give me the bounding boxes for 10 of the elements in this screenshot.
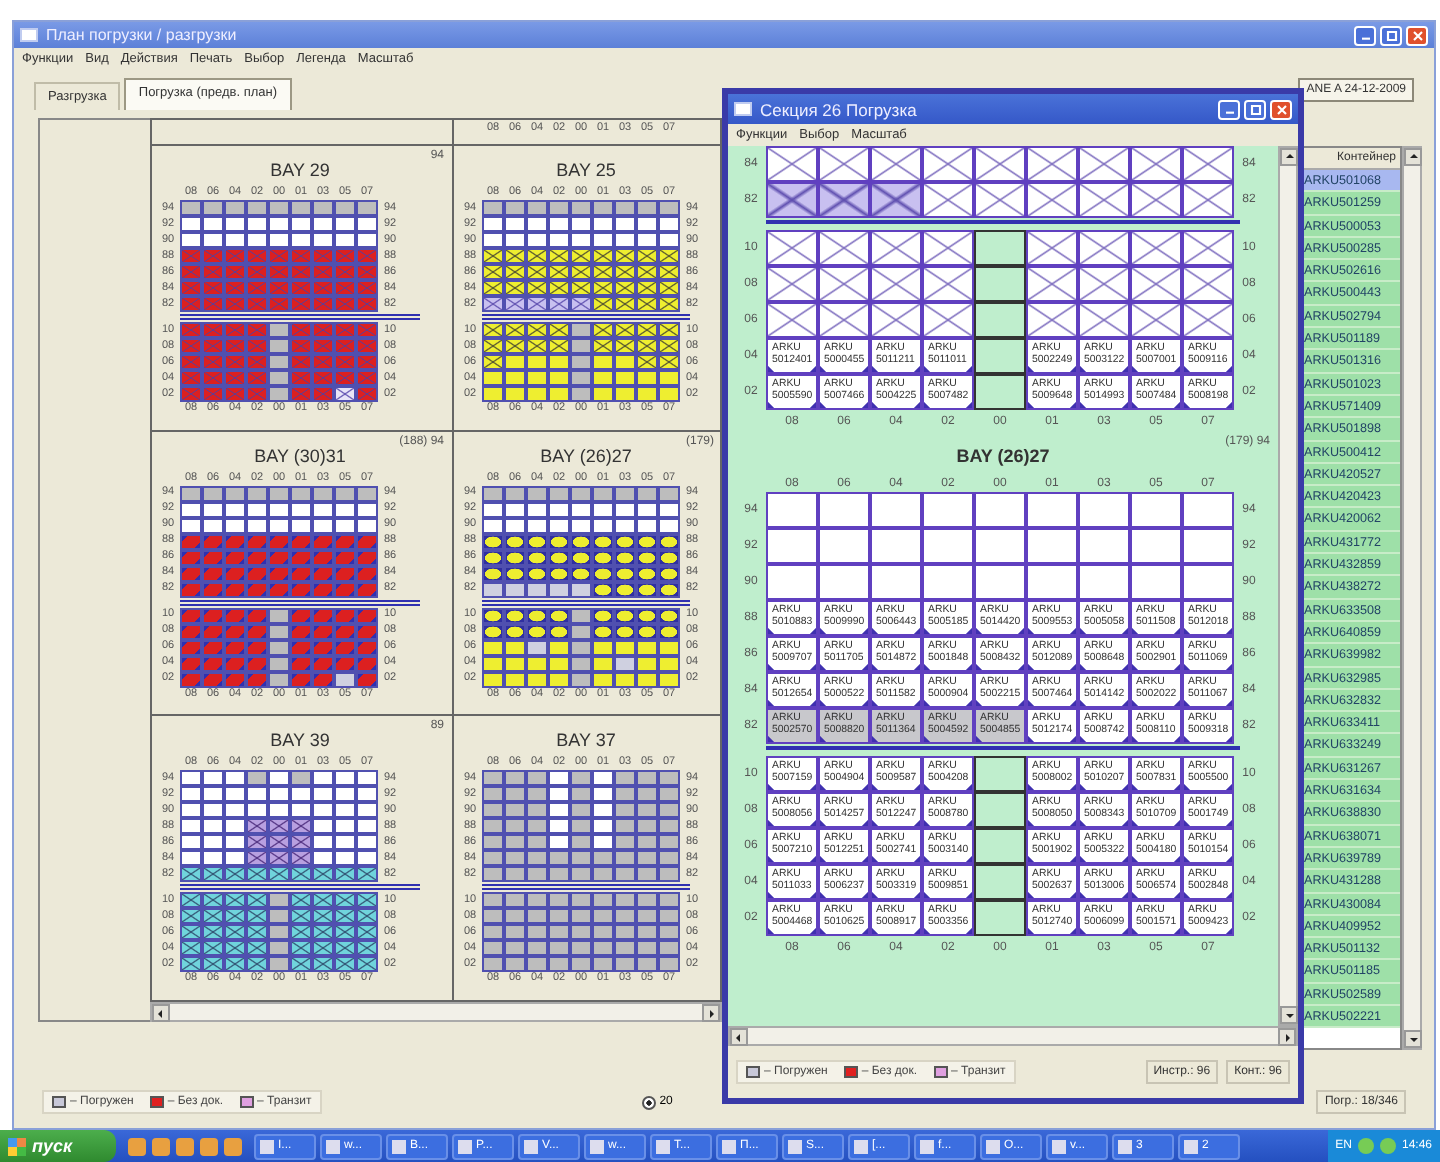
bay-title: BAY 39 <box>270 730 330 751</box>
window-title: Секция 26 Погрузка <box>760 99 917 119</box>
bay-title: BAY 29 <box>270 160 330 180</box>
start-button[interactable]: пуск <box>0 1130 116 1162</box>
bay-title: BAY 25 <box>556 160 616 180</box>
window-title: План погрузки / разгрузки <box>46 26 237 44</box>
bay-title: BAY (26)27 <box>540 445 632 466</box>
bay-title: BAY (30)31 <box>254 445 346 466</box>
bay-title: BAY 37 <box>556 730 616 751</box>
bay-title: BAY (26)27 <box>956 446 1050 466</box>
